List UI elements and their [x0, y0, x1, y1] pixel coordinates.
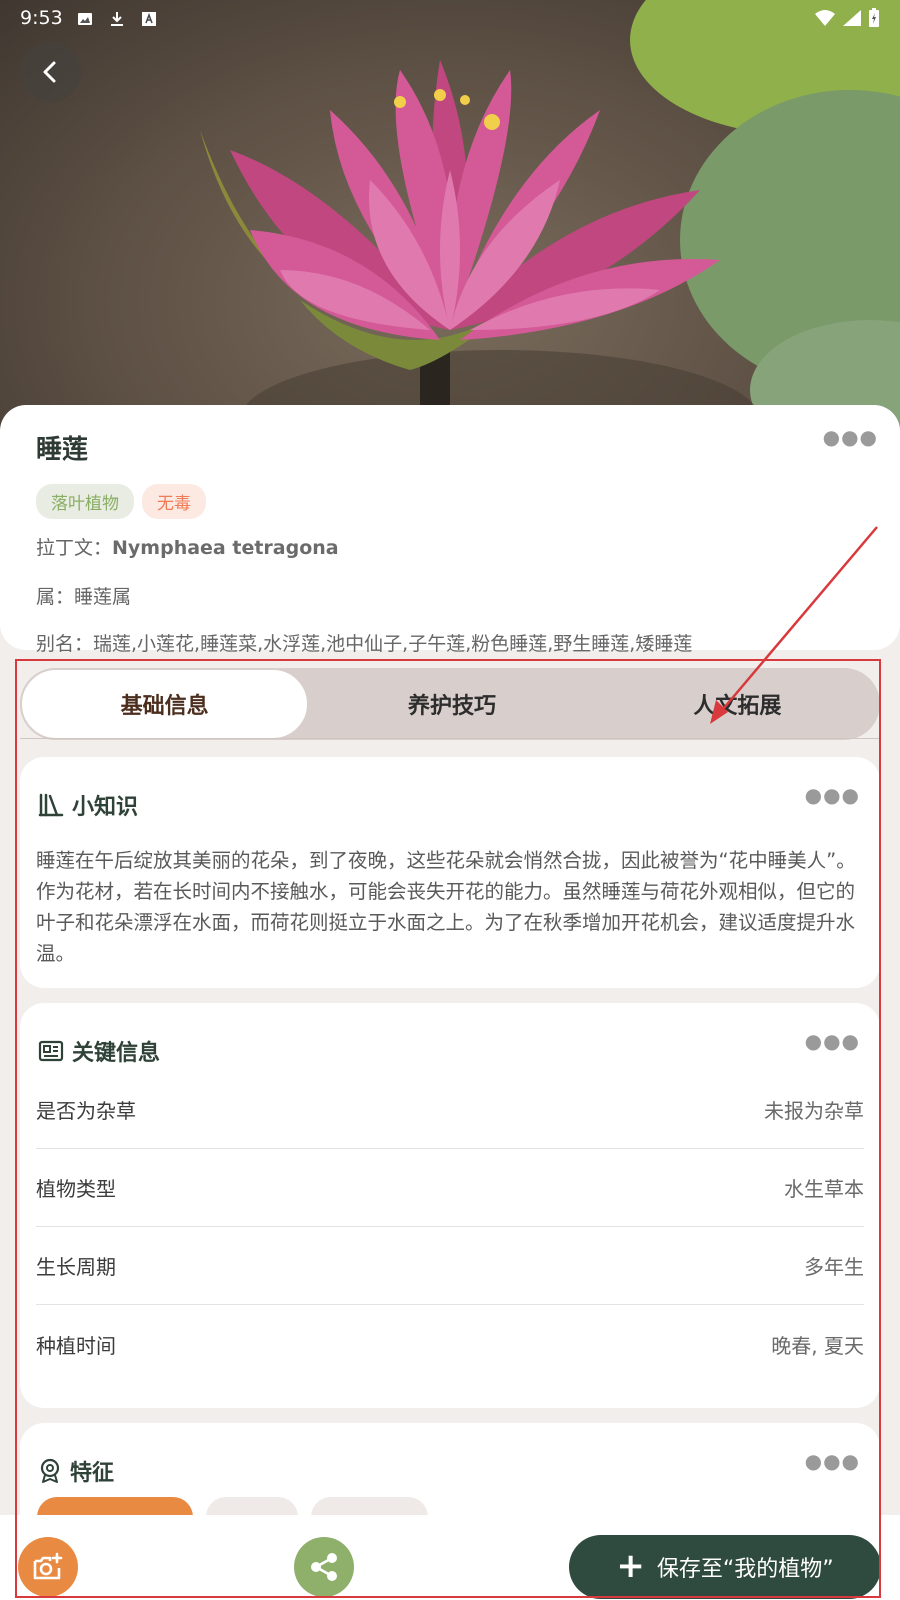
- plant-name: 睡莲: [36, 435, 89, 465]
- row-key: 生长周期: [36, 1255, 116, 1279]
- key-info-row: 种植时间 晚春, 夏天: [36, 1305, 864, 1383]
- key-info-more-icon[interactable]: ●●●: [805, 1029, 860, 1053]
- tab-care-tips[interactable]: 养护技巧: [309, 668, 594, 740]
- tab-bar: 基础信息 养护技巧 人文拓展: [20, 668, 880, 740]
- id-card-icon: [38, 1040, 64, 1062]
- download-notification-icon: [109, 10, 125, 26]
- row-value: 水生草本: [784, 1177, 864, 1201]
- app-notification-icon: [141, 10, 157, 26]
- chevron-left-icon: [43, 61, 56, 83]
- battery-icon: [869, 8, 879, 27]
- row-value: 晚春, 夏天: [771, 1333, 864, 1358]
- save-label: 保存至“我的植物”: [656, 1557, 834, 1582]
- key-info-row: 植物类型 水生草本: [36, 1149, 864, 1227]
- row-value: 未报为杂草: [764, 1099, 864, 1123]
- more-options-icon[interactable]: ●●●: [823, 425, 878, 449]
- badge-icon: [40, 1458, 60, 1483]
- status-bar: 9:53: [0, 0, 900, 36]
- plant-photo: [0, 0, 900, 430]
- image-notification-icon: [77, 10, 93, 26]
- features-more-icon[interactable]: ●●●: [805, 1449, 860, 1473]
- genus: 属：睡莲属: [36, 586, 132, 608]
- features-title: 特征: [38, 1455, 114, 1487]
- row-key: 种植时间: [36, 1333, 116, 1358]
- camera-add-icon: [33, 1552, 63, 1580]
- knowledge-title-text: 小知识: [72, 795, 139, 820]
- latin-name: 拉丁文：Nymphaea tetragona: [36, 533, 864, 560]
- camera-button[interactable]: [18, 1537, 78, 1597]
- latin-value: Nymphaea tetragona: [112, 537, 339, 559]
- key-info-row: 是否为杂草 未报为杂草: [36, 1071, 864, 1149]
- save-to-my-plants-button[interactable]: + 保存至“我的植物”: [569, 1535, 881, 1599]
- latin-label: 拉丁文：: [36, 537, 113, 559]
- wifi-icon: [815, 10, 835, 26]
- signal-icon: [843, 10, 861, 26]
- plant-info-card: 睡莲 ●●● 落叶植物 无毒 拉丁文：Nymphaea tetragona 属：…: [0, 405, 900, 655]
- share-icon: [311, 1553, 337, 1581]
- books-icon: [38, 793, 64, 817]
- knowledge-more-icon[interactable]: ●●●: [805, 783, 860, 807]
- key-info-title: 关键信息: [38, 1035, 160, 1067]
- features-title-text: 特征: [70, 1461, 115, 1486]
- row-value: 多年生: [804, 1255, 864, 1279]
- back-button[interactable]: [21, 42, 81, 102]
- tag-deciduous: 落叶植物: [36, 484, 134, 519]
- tab-culture[interactable]: 人文拓展: [595, 668, 880, 740]
- tab-divider: [20, 738, 880, 739]
- share-button[interactable]: [294, 1537, 354, 1597]
- plant-tags: 落叶植物 无毒: [36, 484, 864, 519]
- row-key: 植物类型: [36, 1177, 116, 1201]
- knowledge-title: 小知识: [38, 789, 138, 821]
- aliases: 别名：瑞莲,小莲花,睡莲菜,水浮莲,池中仙子,子午莲,粉色睡莲,野生睡莲,矮睡莲: [36, 633, 693, 655]
- key-info-row: 生长周期 多年生: [36, 1227, 864, 1305]
- tag-non-toxic: 无毒: [142, 484, 206, 519]
- knowledge-card: 小知识 ●●● 睡莲在午后绽放其美丽的花朵，到了夜晚，这些花朵就会悄然合拢，因此…: [20, 757, 880, 988]
- row-key: 是否为杂草: [36, 1099, 136, 1123]
- plus-icon: +: [616, 1545, 645, 1586]
- status-time: 9:53: [20, 7, 63, 29]
- tab-basic-info[interactable]: 基础信息: [20, 668, 310, 740]
- key-info-card: 关键信息 ●●● 是否为杂草 未报为杂草 植物类型 水生草本 生长周期 多年生 …: [20, 1003, 880, 1408]
- key-info-title-text: 关键信息: [72, 1041, 161, 1066]
- knowledge-text: 睡莲在午后绽放其美丽的花朵，到了夜晚，这些花朵就会悄然合拢，因此被誉为“花中睡美…: [36, 849, 856, 965]
